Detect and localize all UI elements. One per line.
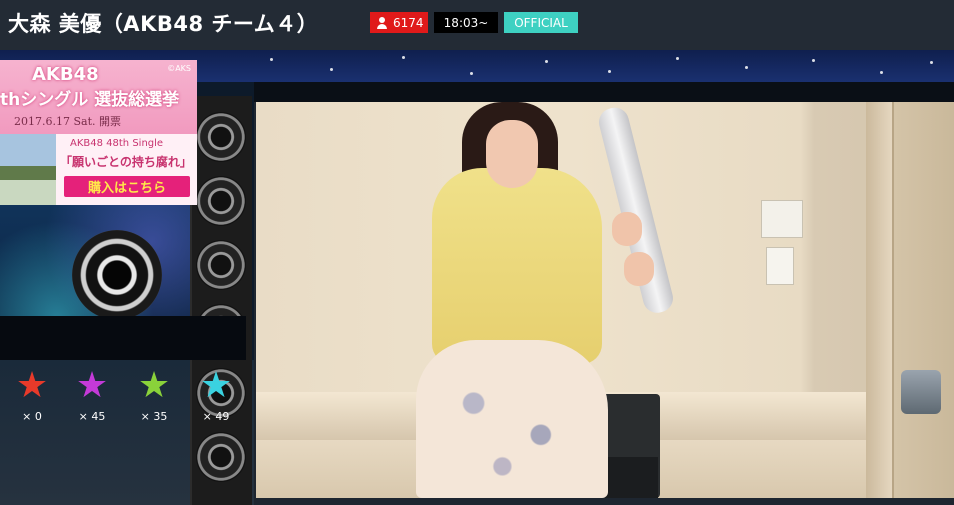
main-speaker-icon (72, 230, 162, 320)
video-door (892, 102, 954, 498)
buy-button[interactable]: 購入はこちら (64, 176, 190, 197)
video-person-hand (624, 252, 654, 286)
cyan-star-icon: ★ (199, 365, 233, 406)
star-count: × 35 (140, 410, 168, 423)
speaker-column (190, 96, 252, 505)
speaker-icon (196, 112, 246, 162)
video-door-handle (901, 370, 941, 414)
star-dot (270, 58, 273, 61)
star-count: × 45 (78, 410, 106, 423)
start-time-badge: 18:03~ (434, 12, 498, 33)
star-gift-red[interactable]: ★ × 0 (2, 365, 62, 424)
star-dot (545, 60, 548, 63)
ad-title-line2: thシングル 選抜総選挙 (0, 90, 180, 110)
speaker-icon (196, 432, 246, 482)
viewer-count-badge: 6174 (370, 12, 428, 33)
star-gift-cyan[interactable]: ★ × 49 (186, 365, 246, 424)
video-person-hand (612, 212, 642, 246)
video-door-frame (866, 102, 892, 498)
red-star-icon: ★ (15, 365, 49, 406)
star-gift-counts: ★ × 0 ★ × 45 ★ × 35 ★ × 49 (0, 366, 254, 426)
star-dot (930, 61, 933, 64)
speaker-icon (196, 240, 246, 290)
video-person-face (486, 120, 538, 188)
video-top-border (254, 82, 954, 102)
ad-copyright: ©AKS (167, 64, 191, 73)
green-star-icon: ★ (137, 365, 171, 406)
video-control-panel (761, 200, 803, 238)
star-dot (745, 66, 748, 69)
speaker-icon (196, 176, 246, 226)
star-dot (676, 57, 679, 60)
person-icon (375, 16, 389, 30)
star-dot (402, 56, 405, 59)
ad-group-photo (0, 134, 56, 205)
ad-single-label: AKB48 48th Single (70, 138, 164, 149)
star-dot (470, 72, 473, 75)
star-dot (608, 70, 611, 73)
star-count: × 49 (202, 410, 230, 423)
star-dot (330, 68, 333, 71)
header-bar: 大森 美優（AKB48 チーム４） 6174 18:03~ OFFICIAL (0, 0, 954, 50)
official-badge: OFFICIAL (504, 12, 578, 33)
star-gift-green[interactable]: ★ × 35 (124, 365, 184, 424)
star-dot (880, 71, 883, 74)
comment-bar (0, 316, 246, 360)
ad-song-title: 「願いごとの持ち腐れ」 (60, 155, 192, 169)
purple-star-icon: ★ (75, 365, 109, 406)
video-light-switch (766, 247, 794, 285)
page-title: 大森 美優（AKB48 チーム４） (8, 12, 319, 36)
star-gift-purple[interactable]: ★ × 45 (62, 365, 122, 424)
ad-title-line1: AKB48 (32, 64, 99, 85)
election-ad-banner[interactable]: ©AKS AKB48 thシングル 選抜総選挙 2017.6.17 Sat. 開… (0, 60, 197, 205)
star-dot (812, 59, 815, 62)
video-person-skirt (416, 340, 608, 498)
ad-header: ©AKS AKB48 thシングル 選抜総選挙 2017.6.17 Sat. 開… (0, 60, 197, 134)
star-count: × 0 (22, 410, 42, 423)
ad-info: AKB48 48th Single 「願いごとの持ち腐れ」 購入はこちら (56, 134, 197, 205)
live-video-player[interactable] (256, 102, 954, 498)
video-person-sweater (432, 168, 602, 364)
viewer-count: 6174 (393, 15, 424, 30)
ad-date: 2017.6.17 Sat. 開票 (14, 115, 121, 128)
